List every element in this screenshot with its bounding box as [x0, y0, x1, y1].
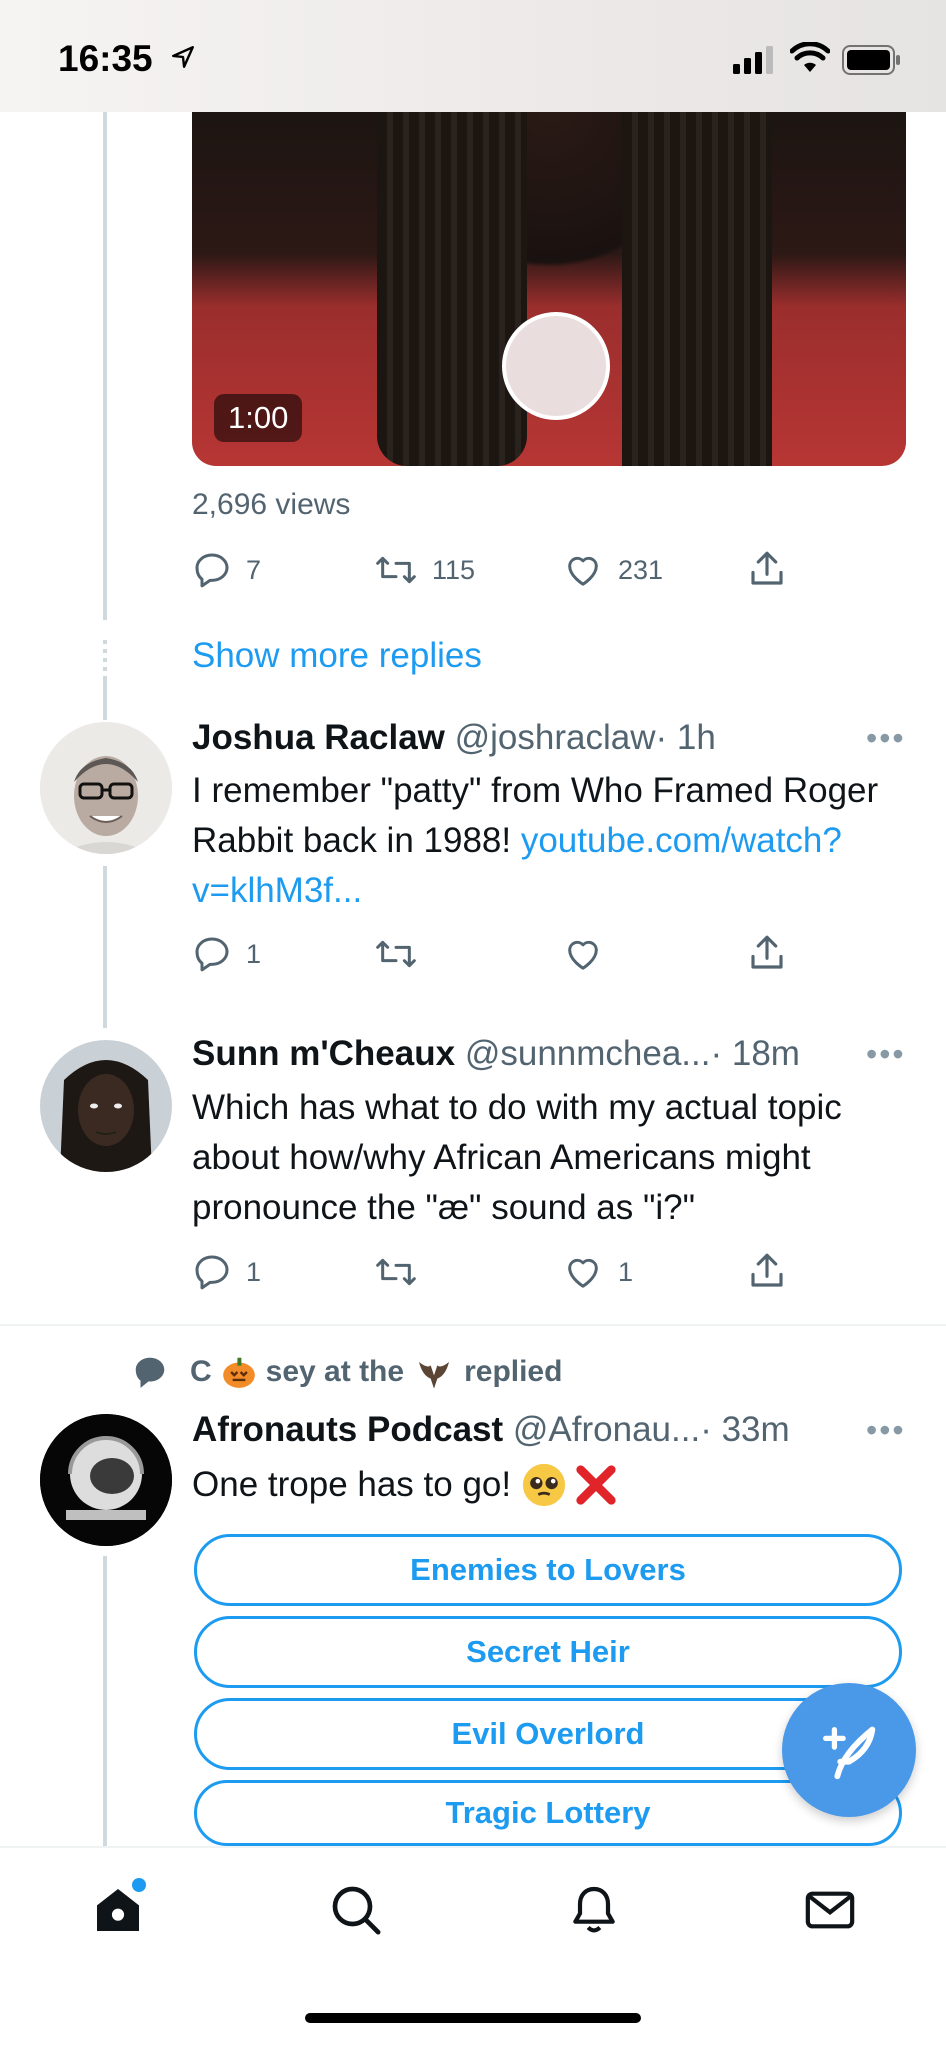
author-line: Sunn m'Cheaux @sunnmchea...· 18m	[192, 1034, 800, 1074]
thread-line	[103, 112, 107, 620]
reply-action[interactable]: 1	[192, 1252, 261, 1292]
retweet-icon	[376, 1258, 416, 1286]
reply-count: 7	[246, 554, 262, 585]
reply-action[interactable]: 7	[192, 550, 261, 590]
avatar-image	[40, 1414, 172, 1546]
tab-notifications[interactable]	[566, 1882, 622, 1943]
thread-gap-dots	[103, 640, 107, 674]
bat-emoji	[419, 1362, 450, 1389]
retweet-action[interactable]	[374, 934, 432, 974]
like-icon	[568, 940, 598, 970]
author-line: Joshua Raclaw @joshraclaw· 1h	[192, 718, 716, 758]
video-frame-detail	[622, 112, 772, 466]
speech-bubble-icon	[135, 1357, 165, 1388]
status-time: 16:35	[58, 38, 153, 79]
tab-search[interactable]	[328, 1882, 384, 1943]
reply-count: 1	[246, 938, 262, 969]
like-action[interactable]: 1	[562, 1252, 633, 1292]
video-duration: 1:00	[214, 394, 303, 442]
retweet-icon	[376, 556, 416, 584]
retweet-icon	[376, 940, 416, 968]
reply-icon	[195, 937, 229, 972]
poll-option[interactable]: Secret Heir	[194, 1616, 902, 1688]
avatar-image	[40, 722, 172, 854]
thread-line	[103, 1556, 107, 1846]
tab-messages[interactable]	[802, 1882, 858, 1943]
avatar[interactable]	[40, 722, 172, 854]
like-icon	[568, 1258, 598, 1288]
show-more-replies-link[interactable]: Show more replies	[192, 636, 482, 676]
home-indicator	[305, 2013, 641, 2023]
share-icon	[751, 551, 783, 585]
avatar[interactable]	[40, 1040, 172, 1172]
reply-icon	[195, 553, 229, 588]
social-context[interactable]: C sey at the replied	[130, 1352, 562, 1392]
divider	[0, 1324, 946, 1326]
more-icon[interactable]: •••	[866, 1412, 906, 1449]
author-handle[interactable]: @sunnmchea...	[465, 1034, 711, 1073]
tweet-body: One trope has to go!	[192, 1465, 512, 1504]
search-icon	[332, 1886, 381, 1935]
thread-line	[103, 866, 107, 1028]
share-icon	[751, 1253, 783, 1287]
poll-option[interactable]: Enemies to Lovers	[194, 1534, 902, 1606]
pleading-face-emoji	[523, 1463, 566, 1507]
messages-icon	[805, 1891, 855, 1929]
author-line: Afronauts Podcast @Afronau...· 33m	[192, 1410, 790, 1450]
tweet-time: · 18m	[710, 1034, 800, 1073]
compose-icon	[823, 1726, 876, 1780]
like-action[interactable]: 231	[562, 550, 663, 590]
reply-count: 1	[246, 1256, 262, 1287]
share-action[interactable]	[746, 548, 788, 590]
notifications-icon	[573, 1886, 615, 1933]
reply-icon	[195, 1255, 229, 1290]
share-action[interactable]	[746, 932, 788, 974]
reply-action[interactable]: 1	[192, 934, 261, 974]
view-count: 2,696 views	[192, 488, 351, 521]
like-icon	[568, 556, 598, 586]
battery-icon	[842, 45, 900, 75]
like-action[interactable]	[562, 934, 618, 974]
social-context-mid: sey at the	[265, 1355, 405, 1388]
tab-home[interactable]	[90, 1878, 146, 1943]
retweet-action[interactable]: 115	[374, 550, 475, 590]
wifi-icon	[790, 42, 830, 72]
author-handle[interactable]: @joshraclaw	[455, 718, 656, 757]
tweet-text: One trope has to go!	[192, 1460, 912, 1510]
thread-line	[103, 676, 107, 720]
more-icon[interactable]: •••	[866, 1036, 906, 1073]
retweet-count: 115	[432, 554, 476, 585]
avatar[interactable]	[40, 1414, 172, 1546]
video-player[interactable]: 1:00	[192, 112, 906, 466]
compose-tweet-button[interactable]	[782, 1683, 916, 1817]
author-name[interactable]: Afronauts Podcast	[192, 1410, 503, 1449]
notification-dot	[132, 1878, 146, 1892]
author-name[interactable]: Joshua Raclaw	[192, 718, 445, 757]
cross-mark-emoji	[576, 1465, 616, 1505]
share-action[interactable]	[746, 1250, 788, 1292]
tweet-text: Which has what to do with my actual topi…	[192, 1088, 842, 1227]
social-context-end: replied	[464, 1355, 563, 1388]
like-count: 1	[618, 1256, 634, 1287]
shirt-emblem	[502, 312, 610, 420]
video-frame-detail	[377, 112, 527, 466]
tweet-time: · 1h	[655, 718, 716, 757]
tweet-text: I remember "patty" from Who Framed Roger…	[192, 766, 912, 916]
location-arrow-icon	[172, 46, 194, 68]
share-icon	[751, 935, 783, 969]
more-icon[interactable]: •••	[866, 720, 906, 757]
like-count: 231	[618, 554, 664, 585]
pumpkin-emoji	[222, 1357, 255, 1388]
tweet-time: · 33m	[700, 1410, 790, 1449]
author-name[interactable]: Sunn m'Cheaux	[192, 1034, 455, 1073]
signal-icon	[733, 46, 773, 74]
avatar-image	[40, 1040, 172, 1172]
author-handle[interactable]: @Afronau...	[513, 1410, 700, 1449]
retweet-action[interactable]	[374, 1252, 432, 1292]
social-context-start: C	[190, 1355, 212, 1388]
